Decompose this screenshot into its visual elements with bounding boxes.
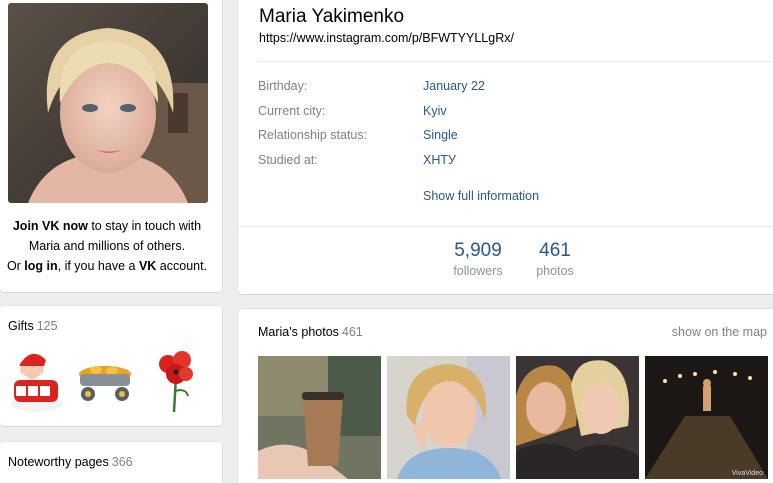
show-full-information-link[interactable]: Show full information (423, 189, 539, 203)
gift-poppies-icon[interactable] (146, 346, 208, 416)
noteworthy-count: 366 (111, 455, 133, 469)
photos-header[interactable]: Maria's photos 461 (258, 325, 363, 339)
gift-santa-icon[interactable] (6, 346, 68, 416)
photo-thumbnail-friends[interactable] (516, 356, 639, 479)
info-label: Studied at: (258, 153, 318, 167)
info-label: Current city: (258, 104, 326, 118)
followers-label: followers (453, 264, 503, 278)
photos-count: 461 (539, 240, 571, 261)
join-line1-rest: to stay in touch with (87, 219, 202, 233)
join-end: account. (156, 259, 208, 273)
join-mid: , if you have a (57, 259, 139, 273)
join-vk-text: Join VK now to stay in touch with Maria … (0, 216, 214, 276)
info-value-relationship[interactable]: Single (423, 128, 458, 142)
join-line2: Maria and millions of others. (28, 239, 186, 253)
noteworthy-header[interactable]: Noteworthy pages 366 (8, 455, 133, 469)
profile-name: Maria Yakimenko (259, 6, 405, 27)
info-value-city[interactable]: Kyiv (423, 104, 447, 118)
divider (258, 61, 771, 62)
gifts-title: Gifts (8, 319, 34, 333)
info-value-studied[interactable]: ХНТУ (423, 153, 456, 167)
photos-label: photos (536, 264, 574, 278)
followers-counter[interactable]: 5,909 followers (450, 240, 506, 280)
divider (238, 226, 773, 227)
gift-cart-icon[interactable] (74, 346, 136, 416)
join-or: Or (6, 259, 25, 273)
info-label: Relationship status: (258, 128, 368, 142)
photo-thumbnail-coffee[interactable] (258, 356, 381, 479)
vk-brand: VK (138, 259, 157, 273)
profile-card: Maria Yakimenko https://www.instagram.co… (238, 0, 773, 294)
avatar-card: Join VK now to stay in touch with Maria … (0, 0, 222, 292)
vivavideo-watermark: VivaVideo (732, 470, 763, 477)
followers-count: 5,909 (454, 240, 502, 261)
profile-status: https://www.instagram.com/p/BFWTYYLLgRx/ (259, 31, 514, 45)
photos-title: Maria's photos (258, 325, 339, 339)
info-value-birthday[interactable]: January 22 (423, 79, 485, 93)
photos-block-count: 461 (341, 325, 363, 339)
show-on-map-link[interactable]: show on the map (672, 325, 767, 339)
photos-card: Maria's photos 461 show on the map VivaV… (238, 309, 773, 483)
photo-thumbnail-night-street[interactable]: VivaVideo (645, 356, 768, 479)
photo-thumbnail-portrait[interactable] (387, 356, 510, 479)
photos-counter[interactable]: 461 photos (530, 240, 580, 280)
login-link[interactable]: log in (24, 259, 57, 273)
noteworthy-title: Noteworthy pages (8, 455, 109, 469)
join-vk-link[interactable]: Join VK now (13, 219, 88, 233)
gifts-card: Gifts 125 (0, 306, 222, 426)
noteworthy-card: Noteworthy pages 366 (0, 442, 222, 483)
info-label: Birthday: (258, 79, 308, 93)
gifts-header[interactable]: Gifts 125 (8, 319, 58, 333)
gifts-count: 125 (36, 319, 58, 333)
profile-avatar[interactable] (8, 3, 208, 203)
